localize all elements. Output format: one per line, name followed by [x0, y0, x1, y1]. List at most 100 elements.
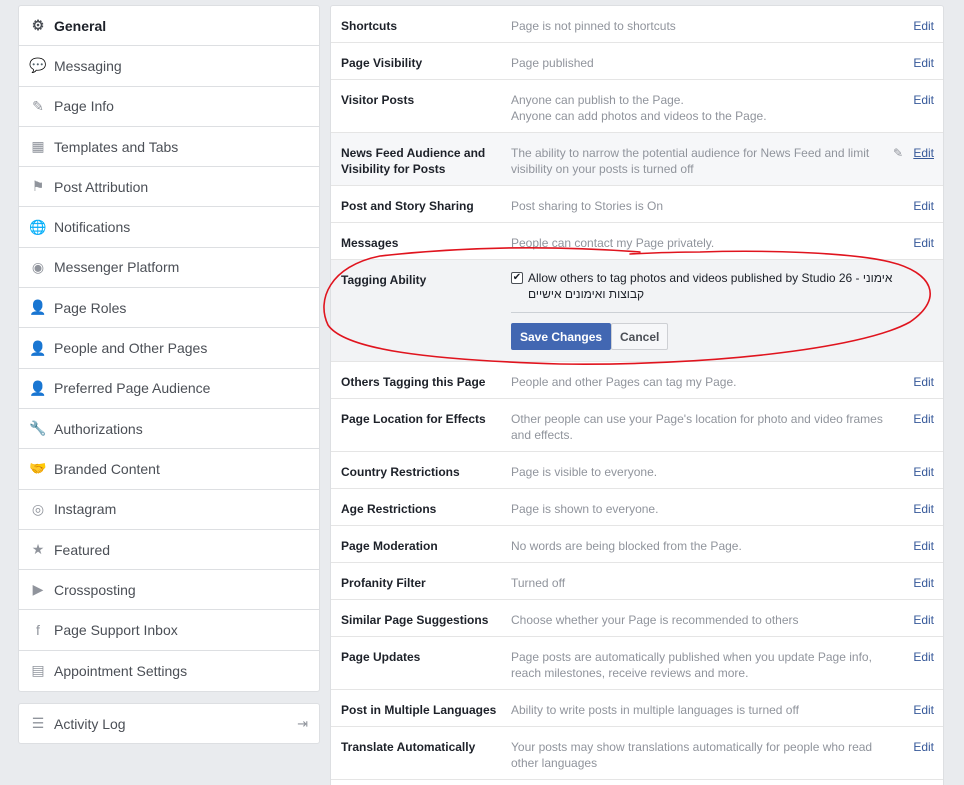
tagging-checkbox-label: Allow others to tag photos and videos pu…	[528, 271, 893, 301]
person-star-icon: 👤	[29, 339, 47, 356]
sidebar-item-notifications[interactable]: 🌐 Notifications	[19, 207, 319, 248]
sidebar-item-label: Branded Content	[54, 460, 160, 477]
edit-link[interactable]: Edit	[913, 374, 934, 390]
settings-row-others-tagging[interactable]: Others Tagging this Page People and othe…	[331, 362, 943, 399]
sidebar-item-featured[interactable]: ★ Featured	[19, 530, 319, 571]
sidebar-item-label: Instagram	[54, 501, 117, 518]
calendar-icon: ▤	[31, 662, 45, 679]
edit-link[interactable]: Edit	[913, 235, 934, 251]
grid-icon: ▦	[31, 138, 45, 155]
edit-link[interactable]: Edit	[913, 464, 934, 480]
settings-row-profanity-filter[interactable]: Profanity Filter Turned off Edit	[331, 563, 943, 600]
row-label: Messages	[341, 236, 399, 250]
row-value: Your posts may show translations automat…	[511, 740, 873, 770]
video-camera-icon: ▶	[32, 581, 44, 598]
settings-row-age-restrictions[interactable]: Age Restrictions Page is shown to everyo…	[331, 489, 943, 526]
edit-link[interactable]: Edit	[913, 702, 934, 718]
sidebar-item-preferred-page-audience[interactable]: 👤 Preferred Page Audience	[19, 369, 319, 409]
row-value: No words are being blocked from the Page…	[511, 539, 742, 553]
settings-row-messages[interactable]: Messages People can contact my Page priv…	[331, 223, 943, 260]
sidebar-item-messaging[interactable]: 💬 Messaging	[19, 46, 319, 87]
person-star-icon: 👤	[29, 379, 47, 396]
instagram-icon: ◎	[31, 500, 45, 517]
settings-row-page-visibility[interactable]: Page Visibility Page published Edit	[331, 43, 943, 80]
sidebar-item-page-support-inbox[interactable]: f Page Support Inbox	[19, 610, 319, 651]
sidebar-item-instagram[interactable]: ◎ Instagram	[19, 490, 319, 530]
handshake-icon: 🤝	[29, 460, 47, 477]
settings-row-post-and-story-sharing[interactable]: Post and Story Sharing Post sharing to S…	[331, 186, 943, 223]
globe-icon: 🌐	[29, 218, 47, 235]
sidebar-item-page-roles[interactable]: 👤 Page Roles	[19, 288, 319, 329]
settings-row-page-updates[interactable]: Page Updates Page posts are automaticall…	[331, 637, 943, 690]
settings-sidebar: ⚙ General 💬 Messaging ✎ Page Info ▦ Template…	[18, 5, 320, 693]
edit-link[interactable]: Edit	[913, 739, 934, 755]
sidebar-item-templates-and-tabs[interactable]: ▦ Templates and Tabs	[19, 127, 319, 168]
row-value: Page posts are automatically published w…	[511, 650, 872, 680]
row-label: Shortcuts	[341, 19, 398, 33]
settings-row-tagging-ability: Tagging Ability ✔ Allow others to tag ph…	[331, 260, 943, 362]
edit-link[interactable]: Edit	[913, 649, 934, 665]
row-value: Other people can use your Page's locatio…	[511, 412, 883, 442]
sidebar-item-label: Page Info	[54, 98, 114, 115]
row-label: Post in Multiple Languages	[341, 703, 497, 717]
edit-link[interactable]: Edit	[913, 575, 934, 591]
sidebar-item-people-and-other-pages[interactable]: 👤 People and Other Pages	[19, 328, 319, 369]
star-icon: ★	[31, 541, 45, 557]
edit-link[interactable]: Edit	[913, 501, 934, 517]
sidebar-item-crossposting[interactable]: ▶ Crossposting	[19, 570, 319, 611]
row-label: Page Moderation	[341, 539, 438, 553]
row-label: Similar Page Suggestions	[341, 613, 489, 627]
tagging-checkbox[interactable]: ✔	[511, 272, 523, 284]
edit-link[interactable]: Edit	[913, 92, 934, 108]
sidebar-item-label: Post Attribution	[54, 178, 149, 195]
export-icon[interactable]: ⇥	[297, 716, 308, 732]
settings-row-shortcuts[interactable]: Shortcuts Page is not pinned to shortcut…	[331, 6, 943, 43]
row-label: Page Visibility	[341, 56, 423, 70]
sidebar-item-page-info[interactable]: ✎ Page Info	[19, 87, 319, 127]
messenger-icon: ◉	[31, 258, 45, 275]
row-label: Page Location for Effects	[341, 412, 486, 426]
messages-icon: 💬	[29, 57, 47, 74]
edit-link[interactable]: Edit	[913, 538, 934, 554]
settings-row-post-in-multiple-languages[interactable]: Post in Multiple Languages Ability to wr…	[331, 690, 943, 727]
settings-row-page-moderation[interactable]: Page Moderation No words are being block…	[331, 526, 943, 563]
edit-link[interactable]: Edit	[913, 612, 934, 628]
settings-row-page-location-effects[interactable]: Page Location for Effects Other people c…	[331, 399, 943, 452]
sidebar-item-general[interactable]: ⚙ General	[19, 6, 319, 47]
row-label: Post and Story Sharing	[341, 199, 474, 213]
row-value: Ability to write posts in multiple langu…	[511, 703, 799, 717]
row-value: Post sharing to Stories is On	[511, 199, 664, 213]
edit-link[interactable]: Edit	[913, 18, 934, 34]
edit-link[interactable]: Edit	[913, 198, 934, 214]
sidebar-item-post-attribution[interactable]: ⚑ Post Attribution	[19, 167, 319, 208]
row-label: Country Restrictions	[341, 465, 460, 479]
pencil-icon: ✎	[32, 97, 44, 114]
settings-row-translate-automatically[interactable]: Translate Automatically Your posts may s…	[331, 727, 943, 780]
edit-link[interactable]: Edit	[913, 145, 934, 161]
sidebar-item-label: People and Other Pages	[54, 340, 208, 357]
row-label: Others Tagging this Page	[341, 375, 486, 389]
row-label: Tagging Ability	[341, 273, 427, 287]
cancel-button[interactable]: Cancel	[611, 323, 669, 350]
sidebar-item-activity-log[interactable]: ☰ Activity Log ⇥	[18, 703, 320, 744]
row-value: Choose whether your Page is recommended …	[511, 613, 799, 627]
settings-row-similar-page-suggestions[interactable]: Similar Page Suggestions Choose whether …	[331, 600, 943, 637]
settings-row-news-feed-audience[interactable]: News Feed Audience and Visibility for Po…	[331, 133, 943, 186]
edit-link[interactable]: Edit	[913, 411, 934, 427]
settings-row-visitor-posts[interactable]: Visitor Posts Anyone can publish to the …	[331, 80, 943, 133]
facebook-icon: f	[36, 622, 40, 639]
sidebar-item-messenger-platform[interactable]: ◉ Messenger Platform	[19, 248, 319, 289]
settings-row-country-restrictions[interactable]: Country Restrictions Page is visible to …	[331, 452, 943, 489]
person-icon: 👤	[29, 299, 47, 316]
sidebar-item-authorizations[interactable]: 🔧 Authorizations	[19, 409, 319, 450]
save-changes-button[interactable]: Save Changes	[511, 323, 612, 350]
row-label: Profanity Filter	[341, 576, 426, 590]
edit-link[interactable]: Edit	[913, 55, 934, 71]
sidebar-item-label: Preferred Page Audience	[54, 380, 211, 397]
sidebar-item-branded-content[interactable]: 🤝 Branded Content	[19, 449, 319, 490]
sidebar-item-appointment-settings[interactable]: ▤ Appointment Settings	[19, 651, 319, 691]
sidebar-item-label: Messaging	[54, 57, 122, 74]
row-value: Page is shown to everyone.	[511, 502, 659, 516]
sidebar-item-label: Activity Log	[54, 715, 126, 732]
row-label: Visitor Posts	[341, 93, 415, 107]
